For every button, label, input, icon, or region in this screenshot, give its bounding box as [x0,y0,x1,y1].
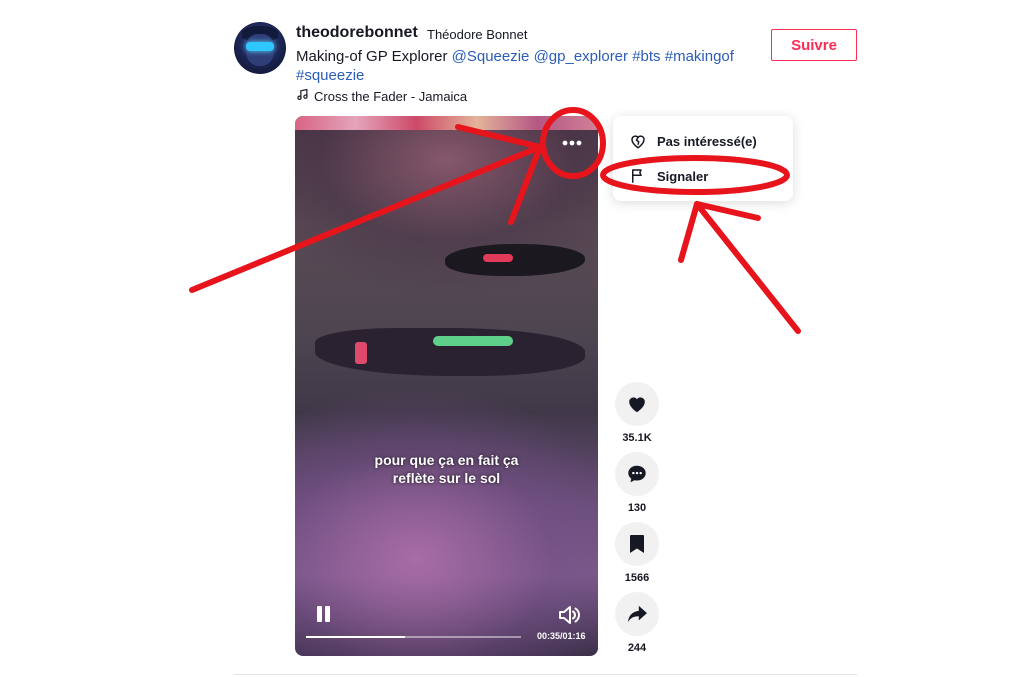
comment-button[interactable] [615,452,659,496]
menu-item-label: Signaler [657,168,709,184]
mention-squeezie[interactable]: @Squeezie [452,48,530,65]
post-divider [234,674,857,675]
annotation-arrow-right-head-b [694,201,761,221]
like-count: 35.1K [622,432,652,444]
annotation-arrow-right-line [694,201,801,334]
video-subtitle: pour que ça en fait ça reflète sur le so… [295,451,598,487]
like-action[interactable]: 35.1K [615,382,659,444]
share-button[interactable] [615,592,659,636]
menu-item-report[interactable]: Signaler [629,167,708,185]
volume-button[interactable] [557,604,581,626]
share-count: 244 [627,642,647,654]
music-track-title: Cross the Fader - Jamaica [314,88,468,104]
menu-item-not-interested[interactable]: Pas intéressé(e) [629,132,757,150]
author-username[interactable]: theodorebonnet [296,24,418,42]
author-avatar[interactable] [234,22,286,74]
comment-action[interactable]: 130 [615,452,659,514]
progress-bar[interactable] [306,636,521,638]
music-note-icon [296,88,309,104]
author-display-name: Théodore Bonnet [427,27,528,42]
pause-button[interactable] [315,606,331,624]
heart-broken-icon [629,132,647,150]
volume-icon [559,606,581,624]
save-action[interactable]: 1566 [615,522,659,584]
hashtag-makingof[interactable]: #makingof [665,48,734,65]
share-icon [627,605,647,623]
save-count: 1566 [624,572,650,584]
share-action[interactable]: 244 [615,592,659,654]
video-player[interactable]: pour que ça en fait ça reflète sur le so… [295,116,598,656]
subtitle-line-2: reflète sur le sol [392,470,501,486]
pause-icon [317,606,322,622]
more-dots-icon [562,140,582,146]
annotation-arrow-right-head-a [678,201,700,263]
caption-text: Making-of GP Explorer [296,48,448,65]
menu-item-label: Pas intéressé(e) [657,133,757,149]
hashtag-squeezie[interactable]: #squeezie [296,67,364,84]
hashtag-bts[interactable]: #bts [632,48,660,65]
video-background-lights [295,116,598,130]
follow-button[interactable]: Suivre [771,29,857,61]
comment-count: 130 [627,502,647,514]
options-menu: Pas intéressé(e) Signaler [613,116,793,201]
heart-icon [629,397,645,413]
video-puddle-large [315,328,585,376]
flag-icon [629,167,647,185]
avatar-glasses [246,42,274,51]
music-link[interactable]: Cross the Fader - Jamaica [296,88,467,104]
video-time: 00:35/01:16 [537,631,586,641]
post-caption: Making-of GP Explorer @Squeezie @gp_expl… [296,47,756,85]
mention-gp-explorer[interactable]: @gp_explorer [534,48,628,65]
save-button[interactable] [615,522,659,566]
progress-fill [306,636,405,638]
video-puddle [445,244,585,276]
subtitle-line-1: pour que ça en fait ça [374,452,519,468]
comment-icon [628,465,646,483]
bookmark-icon [630,535,644,553]
like-button[interactable] [615,382,659,426]
more-options-button[interactable] [559,130,585,156]
